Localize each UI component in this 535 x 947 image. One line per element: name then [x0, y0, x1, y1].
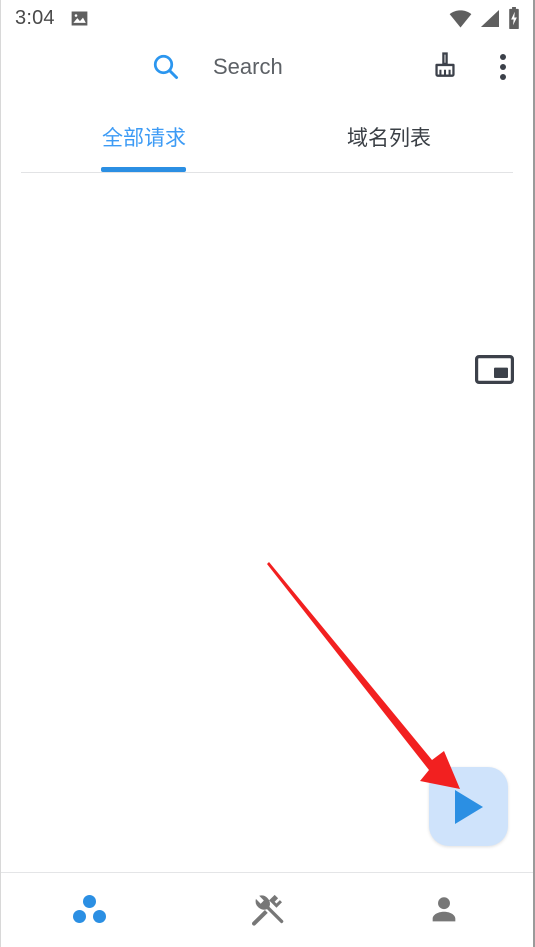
status-bar: 3:04 [1, 0, 533, 36]
status-right-icons [449, 6, 521, 30]
search-icon[interactable] [151, 52, 181, 82]
tab-divider [21, 172, 513, 173]
bottom-navigation [1, 872, 533, 947]
play-icon [454, 789, 483, 824]
tab-all-requests[interactable]: 全部请求 [54, 108, 234, 168]
cellular-signal-icon [480, 9, 499, 27]
broom-icon[interactable] [430, 51, 460, 83]
status-time: 3:04 [15, 7, 55, 29]
person-icon [432, 897, 456, 922]
tab-domain-list[interactable]: 域名列表 [299, 108, 479, 168]
nav-item-tools[interactable] [178, 873, 355, 947]
nav-item-capture[interactable] [1, 873, 178, 947]
search-bar[interactable]: Search [151, 52, 283, 82]
nav-item-account[interactable] [356, 873, 533, 947]
more-vert-icon[interactable] [490, 52, 516, 82]
tab-bar: 全部请求 域名列表 [1, 108, 533, 176]
status-left-icons [69, 8, 90, 29]
top-toolbar: Search [1, 36, 533, 98]
toolbar-actions [430, 51, 533, 83]
start-capture-fab[interactable] [429, 767, 508, 846]
dots-cluster-icon [72, 895, 107, 925]
search-input[interactable]: Search [213, 56, 283, 78]
phone-screen: 3:04 Search 全部请求 域名列表 [0, 0, 535, 947]
battery-charging-icon [509, 6, 519, 29]
tools-icon [251, 894, 284, 926]
image-icon [71, 11, 88, 25]
wifi-icon [449, 9, 472, 28]
tab-active-indicator [101, 167, 186, 172]
picture-in-picture-icon[interactable] [475, 355, 514, 389]
